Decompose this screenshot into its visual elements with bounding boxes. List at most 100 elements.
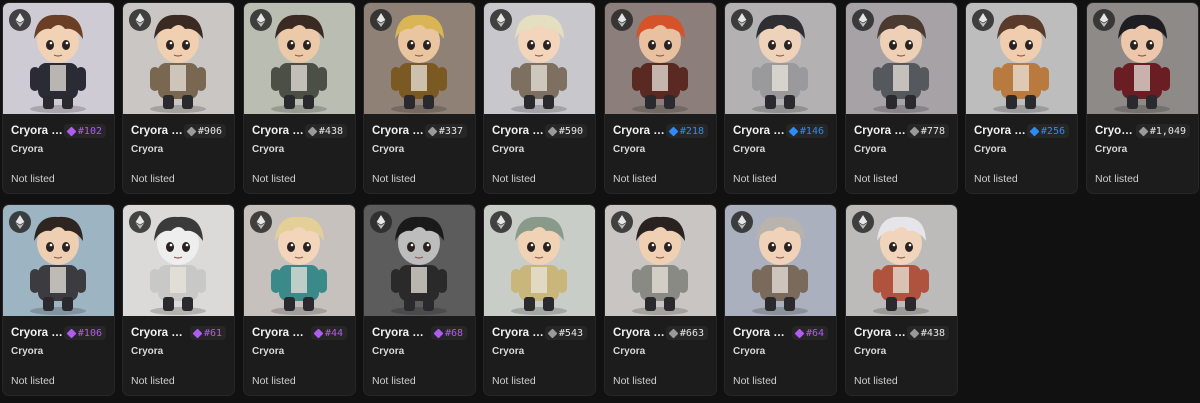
listing-status: Not listed: [1095, 173, 1139, 185]
nft-card[interactable]: Cryora … #146 Cryora Not listed: [724, 2, 837, 194]
item-name[interactable]: Cryora …: [11, 327, 63, 339]
nft-card[interactable]: Cryora … #438 Cryora Not listed: [243, 2, 356, 194]
collection-name[interactable]: Cryora: [733, 144, 828, 155]
title-row: Cryora … #256: [974, 124, 1069, 138]
item-name[interactable]: Cryora …: [252, 327, 304, 339]
title-row: Cryora … #146: [733, 124, 828, 138]
collection-name[interactable]: Cryora: [131, 346, 226, 357]
collection-name[interactable]: Cryora: [974, 144, 1069, 155]
nft-card[interactable]: Cryora … #256 Cryora Not listed: [965, 2, 1078, 194]
card-info: Cryora … #218 Cryora Not listed: [605, 114, 716, 185]
collection-name[interactable]: Cryora: [854, 346, 949, 357]
collection-name[interactable]: Cryora: [252, 346, 347, 357]
nft-thumbnail[interactable]: [244, 205, 355, 316]
rarity-diamond-icon: [307, 126, 318, 136]
item-name[interactable]: Cryor…: [1095, 125, 1136, 137]
rarity-rank-badge: #61: [189, 326, 226, 340]
nft-card[interactable]: Cryora #… #61 Cryora Not listed: [122, 204, 235, 396]
title-row: Cryora … #543: [492, 326, 587, 340]
nft-card[interactable]: Cryora #… #64 Cryora Not listed: [724, 204, 837, 396]
ethereum-icon: [858, 13, 868, 27]
nft-thumbnail[interactable]: [725, 205, 836, 316]
collection-name[interactable]: Cryora: [613, 144, 708, 155]
collection-name[interactable]: Cryora: [613, 346, 708, 357]
item-name[interactable]: Cryora …: [974, 125, 1026, 137]
ethereum-icon: [1099, 13, 1109, 27]
nft-thumbnail[interactable]: [123, 3, 234, 114]
nft-thumbnail[interactable]: [846, 205, 957, 316]
item-name[interactable]: Cryora #…: [733, 327, 787, 339]
rarity-rank-badge: #1,049: [1135, 124, 1190, 138]
nft-thumbnail[interactable]: [725, 3, 836, 114]
collection-name[interactable]: Cryora: [372, 144, 467, 155]
item-name[interactable]: Cryora …: [252, 125, 304, 137]
rarity-rank-badge: #146: [785, 124, 828, 138]
nft-card[interactable]: Cryora … #337 Cryora Not listed: [363, 2, 476, 194]
title-row: Cryora #… #61: [131, 326, 226, 340]
collection-name[interactable]: Cryora: [733, 346, 828, 357]
collection-name[interactable]: Cryora: [372, 346, 467, 357]
nft-card[interactable]: Cryora … #590 Cryora Not listed: [483, 2, 596, 194]
card-info: Cryora … #106 Cryora Not listed: [3, 316, 114, 387]
rarity-rank-badge: #778: [906, 124, 949, 138]
nft-thumbnail[interactable]: [605, 205, 716, 316]
nft-thumbnail[interactable]: [123, 205, 234, 316]
ethereum-icon: [978, 13, 988, 27]
rarity-rank: #337: [438, 125, 463, 137]
nft-thumbnail[interactable]: [1087, 3, 1198, 114]
rarity-rank-badge: #106: [63, 326, 106, 340]
collection-name[interactable]: Cryora: [1095, 144, 1190, 155]
collection-name[interactable]: Cryora: [492, 346, 587, 357]
ethereum-icon: [256, 215, 266, 229]
nft-card[interactable]: Cryora #… #68 Cryora Not listed: [363, 204, 476, 396]
rarity-rank: #61: [203, 327, 222, 339]
nft-card[interactable]: Cryora … #218 Cryora Not listed: [604, 2, 717, 194]
nft-card[interactable]: Cryora … #44 Cryora Not listed: [243, 204, 356, 396]
item-name[interactable]: Cryora …: [613, 125, 665, 137]
nft-thumbnail[interactable]: [605, 3, 716, 114]
nft-card[interactable]: Cryora … #438 Cryora Not listed: [845, 204, 958, 396]
item-name[interactable]: Cryora …: [372, 125, 424, 137]
nft-thumbnail[interactable]: [846, 3, 957, 114]
rarity-rank-badge: #64: [791, 326, 828, 340]
nft-thumbnail[interactable]: [3, 205, 114, 316]
nft-card[interactable]: Cryora … #906 Cryora Not listed: [122, 2, 235, 194]
nft-card[interactable]: Cryora … #106 Cryora Not listed: [2, 204, 115, 396]
nft-card[interactable]: Cryora … #663 Cryora Not listed: [604, 204, 717, 396]
collection-name[interactable]: Cryora: [854, 144, 949, 155]
item-name[interactable]: Cryora #…: [131, 327, 185, 339]
item-name[interactable]: Cryora …: [613, 327, 665, 339]
rarity-diamond-icon: [192, 328, 203, 338]
nft-thumbnail[interactable]: [484, 205, 595, 316]
collection-name[interactable]: Cryora: [11, 144, 106, 155]
item-name[interactable]: Cryora …: [492, 327, 544, 339]
ethereum-icon: [15, 13, 25, 27]
nft-card[interactable]: Cryora … #778 Cryora Not listed: [845, 2, 958, 194]
card-info: Cryora … #337 Cryora Not listed: [364, 114, 475, 185]
item-name[interactable]: Cryora …: [733, 125, 785, 137]
rarity-rank: #44: [324, 327, 343, 339]
nft-thumbnail[interactable]: [3, 3, 114, 114]
collection-name[interactable]: Cryora: [492, 144, 587, 155]
chain-badge: [731, 9, 753, 31]
nft-thumbnail[interactable]: [244, 3, 355, 114]
rarity-rank-badge: #906: [183, 124, 226, 138]
nft-thumbnail[interactable]: [364, 205, 475, 316]
item-name[interactable]: Cryora …: [492, 125, 544, 137]
collection-name[interactable]: Cryora: [252, 144, 347, 155]
nft-card[interactable]: Cryor… #1,049 Cryora Not listed: [1086, 2, 1199, 194]
nft-card[interactable]: Cryora … #102 Cryora Not listed: [2, 2, 115, 194]
nft-card[interactable]: Cryora … #543 Cryora Not listed: [483, 204, 596, 396]
item-name[interactable]: Cryora …: [854, 327, 906, 339]
item-name[interactable]: Cryora …: [11, 125, 63, 137]
nft-thumbnail[interactable]: [966, 3, 1077, 114]
item-name[interactable]: Cryora #…: [372, 327, 426, 339]
item-name[interactable]: Cryora …: [131, 125, 183, 137]
collection-name[interactable]: Cryora: [131, 144, 226, 155]
ethereum-icon: [858, 215, 868, 229]
rarity-rank: #64: [805, 327, 824, 339]
nft-thumbnail[interactable]: [484, 3, 595, 114]
collection-name[interactable]: Cryora: [11, 346, 106, 357]
nft-thumbnail[interactable]: [364, 3, 475, 114]
item-name[interactable]: Cryora …: [854, 125, 906, 137]
